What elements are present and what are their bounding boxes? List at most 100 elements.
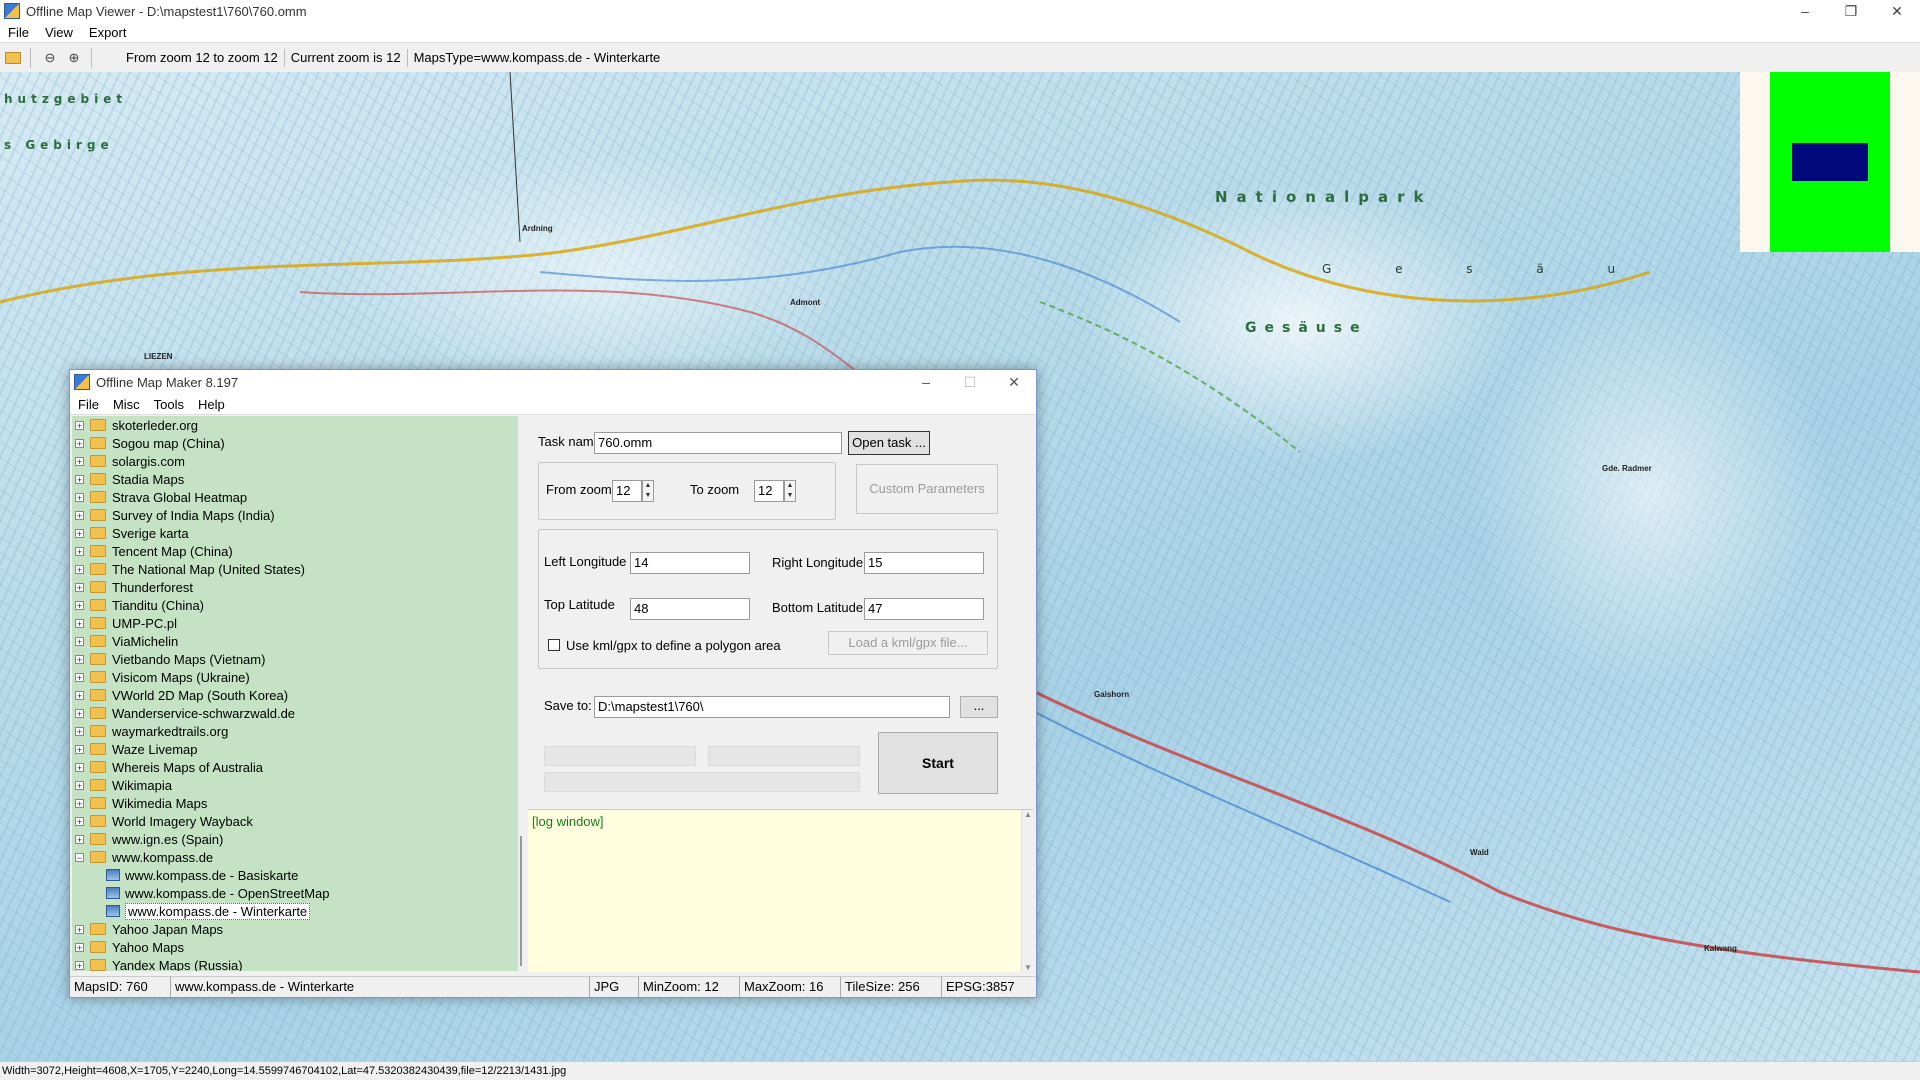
expand-icon[interactable]: + <box>75 834 84 844</box>
expand-icon[interactable]: + <box>75 942 84 952</box>
tree-folder-item[interactable]: + Vietbando Maps (Vietnam) <box>72 650 518 668</box>
menu-view[interactable]: View <box>37 25 81 40</box>
tree-folder-item[interactable]: + skoterleder.org <box>72 416 518 434</box>
tree-folder-item[interactable]: + Sverige karta <box>72 524 518 542</box>
tree-scrollbar[interactable] <box>518 416 528 971</box>
expand-icon[interactable]: + <box>75 420 84 430</box>
expand-icon[interactable]: + <box>75 510 84 520</box>
expand-icon[interactable]: + <box>75 600 84 610</box>
maker-maximize-button[interactable]: ☐ <box>948 370 992 394</box>
from-zoom-spinner[interactable]: ▲ ▼ <box>642 480 654 502</box>
right-longitude-input[interactable]: 15 <box>864 552 984 574</box>
browse-button[interactable]: ... <box>960 696 998 718</box>
load-kml-button[interactable]: Load a kml/gpx file... <box>828 631 988 655</box>
expand-icon[interactable]: + <box>75 672 84 682</box>
tree-folder-item[interactable]: + Yandex Maps (Russia) <box>72 956 518 971</box>
maker-menu-help[interactable]: Help <box>190 397 231 412</box>
tree-folder-item[interactable]: + Stadia Maps <box>72 470 518 488</box>
maker-menu-file[interactable]: File <box>70 397 105 412</box>
save-to-input[interactable]: D:\mapstest1\760\ <box>594 696 950 718</box>
tree-folder-item[interactable]: + Wikimedia Maps <box>72 794 518 812</box>
expand-icon[interactable]: + <box>75 762 84 772</box>
start-button[interactable]: Start <box>878 732 998 794</box>
expand-icon[interactable]: + <box>75 924 84 934</box>
expand-icon[interactable]: + <box>75 690 84 700</box>
expand-icon[interactable]: + <box>75 798 84 808</box>
tree-folder-item[interactable]: + Thunderforest <box>72 578 518 596</box>
maker-menu-tools[interactable]: Tools <box>146 397 190 412</box>
log-window[interactable]: [log window] ▲ ▼ <box>528 809 1034 972</box>
expand-icon[interactable]: + <box>75 654 84 664</box>
to-zoom-input[interactable]: 12 <box>754 480 784 502</box>
tree-map-item[interactable]: www.kompass.de - Basiskarte <box>72 866 518 884</box>
expand-icon[interactable]: + <box>75 456 84 466</box>
expand-icon[interactable]: + <box>75 582 84 592</box>
open-task-button[interactable]: Open task ... <box>848 431 930 455</box>
map-label-gesause: Gesäuse <box>1245 320 1368 336</box>
task-name-input[interactable]: 760.omm <box>594 432 842 454</box>
expand-icon[interactable]: + <box>75 726 84 736</box>
expand-icon[interactable]: + <box>75 564 84 574</box>
to-zoom-spinner[interactable]: ▲ ▼ <box>784 480 796 502</box>
expand-icon[interactable]: + <box>75 780 84 790</box>
tree-folder-item[interactable]: − www.kompass.de <box>72 848 518 866</box>
log-scrollbar[interactable]: ▲ ▼ <box>1021 810 1034 972</box>
tree-folder-item[interactable]: + Whereis Maps of Australia <box>72 758 518 776</box>
tree-folder-item[interactable]: + Visicom Maps (Ukraine) <box>72 668 518 686</box>
maker-menu-misc[interactable]: Misc <box>105 397 146 412</box>
tree-folder-item[interactable]: + The National Map (United States) <box>72 560 518 578</box>
menu-export[interactable]: Export <box>81 25 135 40</box>
tree-folder-item[interactable]: + World Imagery Wayback <box>72 812 518 830</box>
tree-folder-item[interactable]: + Waze Livemap <box>72 740 518 758</box>
bottom-latitude-input[interactable]: 47 <box>864 598 984 620</box>
overview-minimap[interactable] <box>1740 72 1920 252</box>
tree-map-item[interactable]: www.kompass.de - OpenStreetMap <box>72 884 518 902</box>
tree-folder-item[interactable]: + solargis.com <box>72 452 518 470</box>
tree-folder-item[interactable]: + www.ign.es (Spain) <box>72 830 518 848</box>
maker-minimize-button[interactable]: – <box>904 370 948 394</box>
tree-folder-item[interactable]: + Yahoo Maps <box>72 938 518 956</box>
expand-icon[interactable]: + <box>75 474 84 484</box>
minimap-viewport[interactable] <box>1792 143 1868 181</box>
expand-icon[interactable]: + <box>75 438 84 448</box>
top-latitude-input[interactable]: 48 <box>630 598 750 620</box>
folder-icon <box>90 725 106 737</box>
expand-icon[interactable]: + <box>75 960 84 970</box>
use-kml-checkbox[interactable] <box>548 639 560 651</box>
tree-folder-item[interactable]: + ViaMichelin <box>72 632 518 650</box>
tree-folder-item[interactable]: + Survey of India Maps (India) <box>72 506 518 524</box>
expand-icon[interactable]: + <box>75 546 84 556</box>
open-folder-icon[interactable] <box>2 47 24 69</box>
maker-close-button[interactable]: ✕ <box>992 370 1036 394</box>
expand-icon[interactable]: + <box>75 816 84 826</box>
expand-icon[interactable]: + <box>75 708 84 718</box>
tree-folder-item[interactable]: + Sogou map (China) <box>72 434 518 452</box>
tree-map-item[interactable]: www.kompass.de - Winterkarte <box>72 902 518 920</box>
tree-folder-item[interactable]: + Tencent Map (China) <box>72 542 518 560</box>
tree-folder-item[interactable]: + UMP-PC.pl <box>72 614 518 632</box>
collapse-icon[interactable]: − <box>75 852 84 862</box>
restore-button[interactable]: ❐ <box>1828 0 1874 22</box>
expand-icon[interactable]: + <box>75 492 84 502</box>
expand-icon[interactable]: + <box>75 618 84 628</box>
tree-folder-item[interactable]: + VWorld 2D Map (South Korea) <box>72 686 518 704</box>
maps-tree[interactable]: + skoterleder.org + Sogou map (China) + solar… <box>72 416 518 971</box>
zoom-in-icon[interactable]: ⊕ <box>63 47 85 69</box>
from-zoom-input[interactable]: 12 <box>612 480 642 502</box>
expand-icon[interactable]: + <box>75 528 84 538</box>
status-min-zoom: MinZoom: 12 <box>639 977 740 997</box>
close-button[interactable]: ✕ <box>1874 0 1920 22</box>
left-longitude-input[interactable]: 14 <box>630 552 750 574</box>
tree-folder-item[interactable]: + waymarkedtrails.org <box>72 722 518 740</box>
tree-folder-item[interactable]: + Strava Global Heatmap <box>72 488 518 506</box>
zoom-out-icon[interactable]: ⊖ <box>39 47 61 69</box>
expand-icon[interactable]: + <box>75 636 84 646</box>
tree-folder-item[interactable]: + Yahoo Japan Maps <box>72 920 518 938</box>
custom-parameters-button[interactable]: Custom Parameters <box>856 464 998 514</box>
tree-folder-item[interactable]: + Tianditu (China) <box>72 596 518 614</box>
minimize-button[interactable]: – <box>1782 0 1828 22</box>
tree-folder-item[interactable]: + Wanderservice-schwarzwald.de <box>72 704 518 722</box>
tree-folder-item[interactable]: + Wikimapia <box>72 776 518 794</box>
expand-icon[interactable]: + <box>75 744 84 754</box>
menu-file[interactable]: File <box>0 25 37 40</box>
